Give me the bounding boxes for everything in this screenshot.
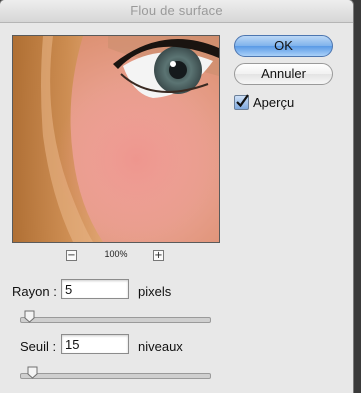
cancel-button[interactable]: Annuler <box>234 63 333 85</box>
preview-image[interactable] <box>12 35 220 243</box>
title-bar[interactable]: Flou de surface <box>0 0 353 23</box>
threshold-slider-thumb[interactable] <box>27 366 38 379</box>
threshold-unit: niveaux <box>138 339 183 354</box>
preview-checkbox-label: Aperçu <box>253 95 295 110</box>
ok-button[interactable]: OK <box>234 35 333 57</box>
preview-photo <box>13 36 219 242</box>
preview-checkbox[interactable] <box>234 94 249 110</box>
window-title: Flou de surface <box>130 3 223 18</box>
zoom-in-button[interactable]: + <box>153 250 164 261</box>
zoom-out-button[interactable]: − <box>66 250 77 261</box>
checkmark-icon <box>236 94 249 108</box>
radius-unit: pixels <box>138 284 172 299</box>
threshold-label: Seuil : <box>20 339 57 354</box>
radius-slider[interactable] <box>20 317 211 323</box>
zoom-level: 100% <box>104 249 128 259</box>
radius-label: Rayon : <box>12 284 57 299</box>
threshold-input[interactable]: 15 <box>61 334 129 354</box>
threshold-slider[interactable] <box>20 373 211 379</box>
radius-slider-thumb[interactable] <box>24 310 35 323</box>
surface-blur-dialog: Flou de surface − 100% + OK Annuler Aper… <box>0 0 353 393</box>
radius-input[interactable]: 5 <box>61 279 129 299</box>
